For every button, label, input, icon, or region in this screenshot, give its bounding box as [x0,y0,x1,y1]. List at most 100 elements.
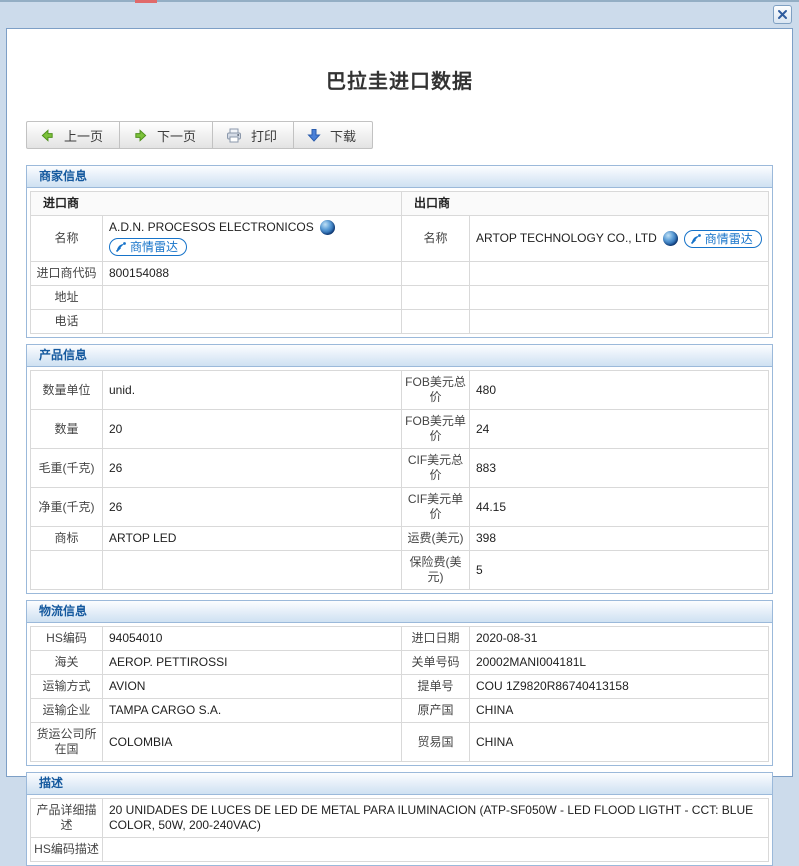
description-table: 产品详细描述 20 UNIDADES DE LUCES DE LED DE ME… [30,798,769,862]
download-button[interactable]: 下载 [293,121,373,149]
print-button[interactable]: 打印 [212,121,294,149]
table-row: 毛重(千克) 26 CIF美元总价 883 [31,449,769,488]
field-label: 贸易国 [402,723,470,762]
field-value: 398 [470,527,769,551]
toolbar: 上一页 下一页 打印 下载 [26,121,373,149]
table-row: 进口商代码 800154088 [31,262,769,286]
hs-description-value [103,838,769,862]
field-value: 26 [103,488,402,527]
table-row: 净重(千克) 26 CIF美元单价 44.15 [31,488,769,527]
prev-page-label: 上一页 [64,126,103,145]
field-label: 毛重(千克) [31,449,103,488]
next-page-label: 下一页 [157,126,196,145]
table-row: 保险费(美元) 5 [31,551,769,590]
field-value: 480 [470,371,769,410]
field-value: 20002MANI004181L [470,651,769,675]
table-row: 地址 [31,286,769,310]
field-label: 关单号码 [402,651,470,675]
field-value: 94054010 [103,627,402,651]
field-value: 20 [103,410,402,449]
field-value: TAMPA CARGO S.A. [103,699,402,723]
table-row: 货运公司所在国 COLOMBIA 贸易国 CHINA [31,723,769,762]
field-value [103,551,402,590]
importer-code-label: 进口商代码 [31,262,103,286]
importer-header: 进口商 [31,192,402,216]
exporter-radar-button[interactable]: 商情雷达 [684,230,762,248]
exporter-name-cell: ARTOP TECHNOLOGY CO., LTD 商情雷达 [470,216,769,262]
field-label: 提单号 [402,675,470,699]
field-value: CHINA [470,699,769,723]
section-logistics-info: 物流信息 HS编码 94054010 进口日期 2020-08-31 海关 AE… [26,600,773,766]
phone-value [103,310,402,334]
product-table: 数量单位 unid. FOB美元总价 480 数量 20 FOB美元单价 24 … [30,370,769,590]
globe-icon[interactable] [320,220,335,235]
importer-radar-button[interactable]: 商情雷达 [109,238,187,256]
field-label: 海关 [31,651,103,675]
empty-label-cell [402,310,470,334]
field-value: AEROP. PETTIROSSI [103,651,402,675]
globe-icon[interactable] [663,231,678,246]
prev-page-button[interactable]: 上一页 [26,121,120,149]
field-value: COLOMBIA [103,723,402,762]
next-page-button[interactable]: 下一页 [119,121,213,149]
exporter-name-label: 名称 [402,216,470,262]
arrow-right-icon [133,128,148,143]
hs-description-label: HS编码描述 [31,838,103,862]
empty-value-cell [470,310,769,334]
radar-button-label: 商情雷达 [130,240,178,254]
dialog-panel: 巴拉圭进口数据 上一页 下一页 打印 [6,28,793,777]
table-row: 商标 ARTOP LED 运费(美元) 398 [31,527,769,551]
empty-label-cell [402,262,470,286]
description-section-title: 描述 [27,773,772,795]
table-row: HS编码描述 [31,838,769,862]
field-value: 24 [470,410,769,449]
field-label: 货运公司所在国 [31,723,103,762]
field-label: CIF美元单价 [402,488,470,527]
product-section-title: 产品信息 [27,345,772,367]
table-row: 产品详细描述 20 UNIDADES DE LUCES DE LED DE ME… [31,799,769,838]
table-row: 海关 AEROP. PETTIROSSI 关单号码 20002MANI00418… [31,651,769,675]
arrow-left-icon [40,128,55,143]
exporter-name-value: ARTOP TECHNOLOGY CO., LTD [476,231,657,246]
phone-label: 电话 [31,310,103,334]
exporter-header: 出口商 [402,192,769,216]
field-value: CHINA [470,723,769,762]
print-label: 打印 [251,126,277,145]
logistics-section-title: 物流信息 [27,601,772,623]
product-detail-value: 20 UNIDADES DE LUCES DE LED DE METAL PAR… [103,799,769,838]
address-label: 地址 [31,286,103,310]
importer-name-cell: A.D.N. PROCESOS ELECTRONICOS 商情雷达 [103,216,402,262]
field-label: 运费(美元) [402,527,470,551]
field-value: unid. [103,371,402,410]
field-label: 运输企业 [31,699,103,723]
product-detail-label: 产品详细描述 [31,799,103,838]
table-row: 运输企业 TAMPA CARGO S.A. 原产国 CHINA [31,699,769,723]
importer-name-label: 名称 [31,216,103,262]
table-row: 名称 A.D.N. PROCESOS ELECTRONICOS [31,216,769,262]
importer-name-value: A.D.N. PROCESOS ELECTRONICOS [109,220,314,235]
table-row: 电话 [31,310,769,334]
field-label: CIF美元总价 [402,449,470,488]
field-label: 运输方式 [31,675,103,699]
section-product-info: 产品信息 数量单位 unid. FOB美元总价 480 数量 20 FOB美元单… [26,344,773,594]
field-label: FOB美元单价 [402,410,470,449]
table-row: 数量单位 unid. FOB美元总价 480 [31,371,769,410]
radar-button-label: 商情雷达 [705,232,753,246]
section-description: 描述 产品详细描述 20 UNIDADES DE LUCES DE LED DE… [26,772,773,866]
field-label: 保险费(美元) [402,551,470,590]
logistics-table: HS编码 94054010 进口日期 2020-08-31 海关 AEROP. … [30,626,769,762]
field-label: FOB美元总价 [402,371,470,410]
background-page-artifact [135,0,157,3]
address-value [103,286,402,310]
field-value: COU 1Z9820R86740413158 [470,675,769,699]
table-row: 数量 20 FOB美元单价 24 [31,410,769,449]
field-label: HS编码 [31,627,103,651]
close-button[interactable] [773,5,792,24]
table-row: 进口商 出口商 [31,192,769,216]
radar-dish-icon [690,233,702,245]
table-row: 运输方式 AVION 提单号 COU 1Z9820R86740413158 [31,675,769,699]
table-row: HS编码 94054010 进口日期 2020-08-31 [31,627,769,651]
importer-code-value: 800154088 [103,262,402,286]
field-value: 2020-08-31 [470,627,769,651]
page-title: 巴拉圭进口数据 [7,65,792,94]
